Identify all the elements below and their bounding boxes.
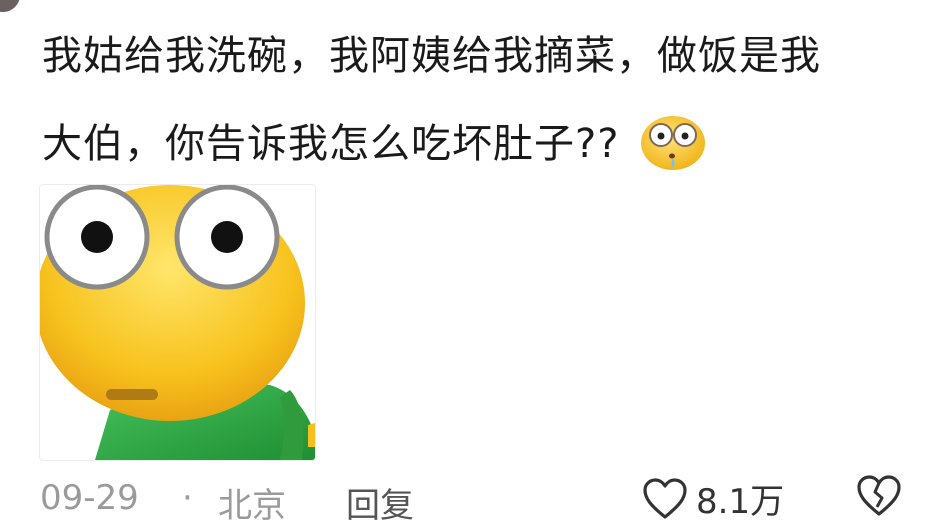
dislike-button[interactable] xyxy=(856,474,902,519)
comment-location: 北京 xyxy=(218,486,286,526)
comment-date: 09-29 xyxy=(40,478,139,518)
like-button[interactable]: 8.1万 xyxy=(642,474,784,523)
flushed-face-icon xyxy=(641,116,706,170)
broken-heart-icon xyxy=(857,475,901,516)
sticker-image[interactable] xyxy=(39,184,316,461)
comment-line-2-text: 大伯，你告诉我怎么吃坏肚子?? xyxy=(42,121,620,167)
comment-meta-bar: 09-29 · 北京 回复 8.1万 xyxy=(40,474,920,526)
reply-button[interactable]: 回复 xyxy=(346,478,414,527)
comment-line-2: 大伯，你告诉我怎么吃坏肚子?? xyxy=(42,100,922,188)
comment-line-1: 我姑给我洗碗，我阿姨给我摘菜，做饭是我 xyxy=(42,33,821,79)
comment-text: 我姑给我洗碗，我阿姨给我摘菜，做饭是我 大伯，你告诉我怎么吃坏肚子?? xyxy=(42,12,922,188)
like-count: 8.1万 xyxy=(696,482,785,522)
heart-outline-icon xyxy=(643,478,687,519)
meta-separator: · xyxy=(182,478,193,518)
avatar[interactable] xyxy=(0,0,20,12)
bug-eyed-face-icon xyxy=(40,185,315,460)
